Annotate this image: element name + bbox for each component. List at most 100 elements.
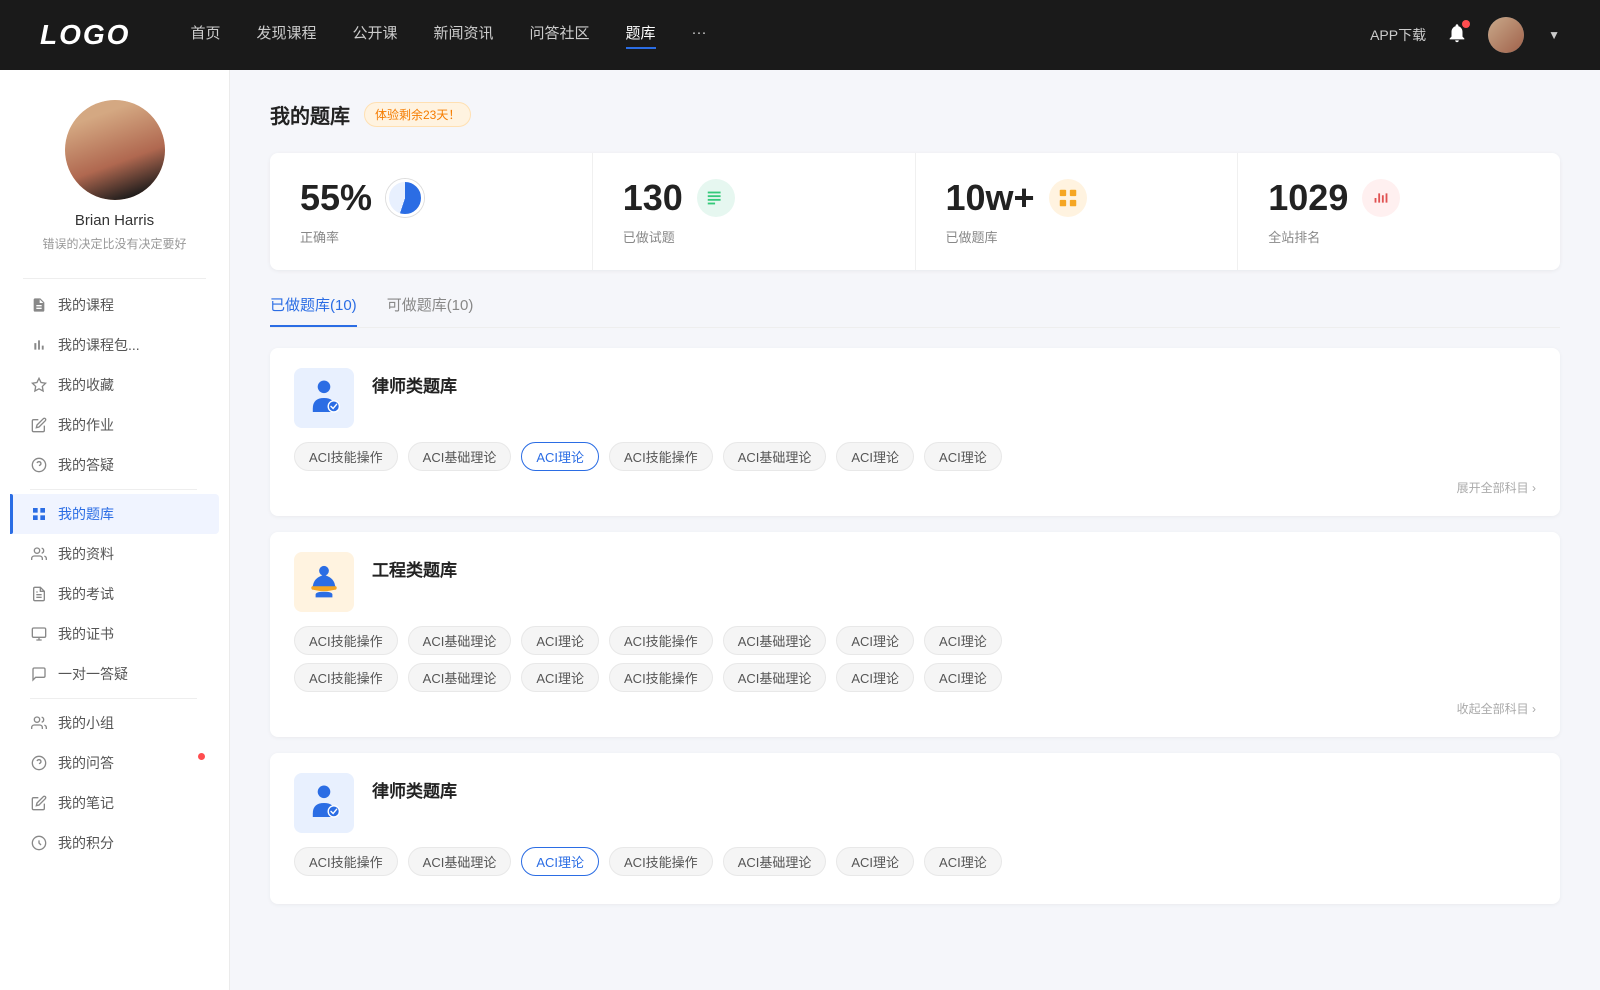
sidebar-label: 我的资料 xyxy=(58,544,114,564)
sidebar-label: 我的题库 xyxy=(58,504,114,524)
chart-icon xyxy=(1362,179,1400,217)
tag[interactable]: ACI技能操作 xyxy=(609,847,713,876)
stat-label-done: 已做试题 xyxy=(623,227,885,246)
tags-row-engineer-2: ACI技能操作 ACI基础理论 ACI理论 ACI技能操作 ACI基础理论 AC… xyxy=(294,663,1536,692)
group-icon xyxy=(30,714,48,732)
sidebar-label: 我的笔记 xyxy=(58,793,114,813)
bank-title-lawyer-2: 律师类题库 xyxy=(372,773,1536,802)
tag[interactable]: ACI技能操作 xyxy=(294,442,398,471)
tag[interactable]: ACI理论 xyxy=(521,626,599,655)
expand-button-lawyer-1[interactable]: 展开全部科目 › xyxy=(294,479,1536,496)
sidebar-item-questionbank[interactable]: 我的题库 xyxy=(10,494,219,534)
page-title: 我的题库 xyxy=(270,100,350,129)
sidebar-item-exam[interactable]: 我的考试 xyxy=(10,574,219,614)
tag[interactable]: ACI技能操作 xyxy=(609,442,713,471)
nav-open-course[interactable]: 公开课 xyxy=(352,22,397,49)
stat-value-rank: 1029 xyxy=(1268,177,1348,219)
points-icon xyxy=(30,834,48,852)
tag[interactable]: ACI理论 xyxy=(836,663,914,692)
bank-header: 律师类题库 xyxy=(294,773,1536,833)
tag[interactable]: ACI基础理论 xyxy=(408,442,512,471)
sidebar-item-my-courses[interactable]: 我的课程 xyxy=(10,285,219,325)
sidebar-label: 我的积分 xyxy=(58,833,114,853)
chat-icon xyxy=(30,665,48,683)
user-dropdown-arrow[interactable]: ▼ xyxy=(1548,28,1560,42)
tag[interactable]: ACI基础理论 xyxy=(723,626,827,655)
nav-qa[interactable]: 问答社区 xyxy=(530,22,590,49)
sidebar-avatar xyxy=(65,100,165,200)
sidebar-item-notes[interactable]: 我的笔记 xyxy=(10,783,219,823)
tag[interactable]: ACI理论 xyxy=(521,663,599,692)
user-avatar[interactable] xyxy=(1488,17,1524,53)
tag[interactable]: ACI基础理论 xyxy=(723,663,827,692)
nav-news[interactable]: 新闻资讯 xyxy=(434,22,494,49)
tag[interactable]: ACI理论 xyxy=(836,847,914,876)
nav-more[interactable]: ··· xyxy=(692,24,707,47)
sidebar-item-favorites[interactable]: 我的收藏 xyxy=(10,365,219,405)
tab-done-banks[interactable]: 已做题库(10) xyxy=(270,294,357,327)
stat-done-questions: 130 已做试题 xyxy=(593,153,916,270)
sidebar-item-answers[interactable]: 我的答疑 xyxy=(10,445,219,485)
tag[interactable]: ACI理论 xyxy=(924,626,1002,655)
tag[interactable]: ACI基础理论 xyxy=(723,847,827,876)
stat-main-row: 10w+ xyxy=(946,177,1208,219)
sidebar-item-group[interactable]: 我的小组 xyxy=(10,703,219,743)
tag[interactable]: ACI技能操作 xyxy=(294,663,398,692)
tags-row-engineer-1: ACI技能操作 ACI基础理论 ACI理论 ACI技能操作 ACI基础理论 AC… xyxy=(294,626,1536,655)
bank-card-lawyer-2: 律师类题库 ACI技能操作 ACI基础理论 ACI理论 ACI技能操作 ACI基… xyxy=(270,753,1560,904)
sidebar-label: 我的收藏 xyxy=(58,375,114,395)
stat-label-banks: 已做题库 xyxy=(946,227,1208,246)
tag[interactable]: ACI技能操作 xyxy=(294,847,398,876)
nav-courses[interactable]: 发现课程 xyxy=(256,22,316,49)
file-icon xyxy=(30,296,48,314)
sidebar-item-1on1[interactable]: 一对一答疑 xyxy=(10,654,219,694)
tags-row-lawyer-1: ACI技能操作 ACI基础理论 ACI理论 ACI技能操作 ACI基础理论 AC… xyxy=(294,442,1536,471)
nav-menu: 首页 发现课程 公开课 新闻资讯 问答社区 题库 ··· xyxy=(190,22,1370,49)
tag[interactable]: ACI理论 xyxy=(836,626,914,655)
sidebar-item-points[interactable]: 我的积分 xyxy=(10,823,219,863)
page-header: 我的题库 体验剩余23天！ xyxy=(270,100,1560,129)
app-download-button[interactable]: APP下载 xyxy=(1370,25,1426,45)
sidebar-label: 我的证书 xyxy=(58,624,114,644)
bank-title-lawyer-1: 律师类题库 xyxy=(372,368,1536,397)
tag[interactable]: ACI理论 xyxy=(924,663,1002,692)
tag[interactable]: ACI技能操作 xyxy=(609,626,713,655)
sidebar-item-homework[interactable]: 我的作业 xyxy=(10,405,219,445)
sidebar-item-course-bundle[interactable]: 我的课程包... xyxy=(10,325,219,365)
notification-bell[interactable] xyxy=(1446,22,1468,49)
tag[interactable]: ACI基础理论 xyxy=(408,663,512,692)
tag[interactable]: ACI基础理论 xyxy=(408,626,512,655)
tag-active[interactable]: ACI理论 xyxy=(521,847,599,876)
stat-main-row: 55% xyxy=(300,177,562,219)
main-content: 我的题库 体验剩余23天！ 55% 正确率 130 已做试题 xyxy=(230,70,1600,990)
qa-icon xyxy=(30,754,48,772)
notification-dot xyxy=(1462,20,1470,28)
sidebar-label: 一对一答疑 xyxy=(58,664,128,684)
tag[interactable]: ACI理论 xyxy=(836,442,914,471)
avatar-image xyxy=(1488,17,1524,53)
tab-available-banks[interactable]: 可做题库(10) xyxy=(387,294,474,327)
sidebar-item-certificate[interactable]: 我的证书 xyxy=(10,614,219,654)
bank-card-engineer: 工程类题库 ACI技能操作 ACI基础理论 ACI理论 ACI技能操作 ACI基… xyxy=(270,532,1560,737)
bank-title-engineer: 工程类题库 xyxy=(372,552,1536,581)
collapse-button-engineer[interactable]: 收起全部科目 › xyxy=(294,700,1536,717)
bank-header: 工程类题库 xyxy=(294,552,1536,612)
tabs-row: 已做题库(10) 可做题库(10) xyxy=(270,294,1560,328)
nav-home[interactable]: 首页 xyxy=(190,22,220,49)
nav-questionbank[interactable]: 题库 xyxy=(626,22,656,49)
tag[interactable]: ACI技能操作 xyxy=(609,663,713,692)
tag[interactable]: ACI基础理论 xyxy=(723,442,827,471)
tag[interactable]: ACI理论 xyxy=(924,847,1002,876)
tag[interactable]: ACI技能操作 xyxy=(294,626,398,655)
cert-icon xyxy=(30,625,48,643)
sidebar-menu: 我的课程 我的课程包... 我的收藏 我的作业 xyxy=(0,285,229,863)
sidebar-label: 我的答疑 xyxy=(58,455,114,475)
sidebar-item-profile[interactable]: 我的资料 xyxy=(10,534,219,574)
sidebar-item-qa[interactable]: 我的问答 xyxy=(10,743,219,783)
tag[interactable]: ACI基础理论 xyxy=(408,847,512,876)
tag-active[interactable]: ACI理论 xyxy=(521,442,599,471)
bank-card-lawyer-1: 律师类题库 ACI技能操作 ACI基础理论 ACI理论 ACI技能操作 ACI基… xyxy=(270,348,1560,516)
bar-icon xyxy=(30,336,48,354)
user-icon xyxy=(30,545,48,563)
tag[interactable]: ACI理论 xyxy=(924,442,1002,471)
